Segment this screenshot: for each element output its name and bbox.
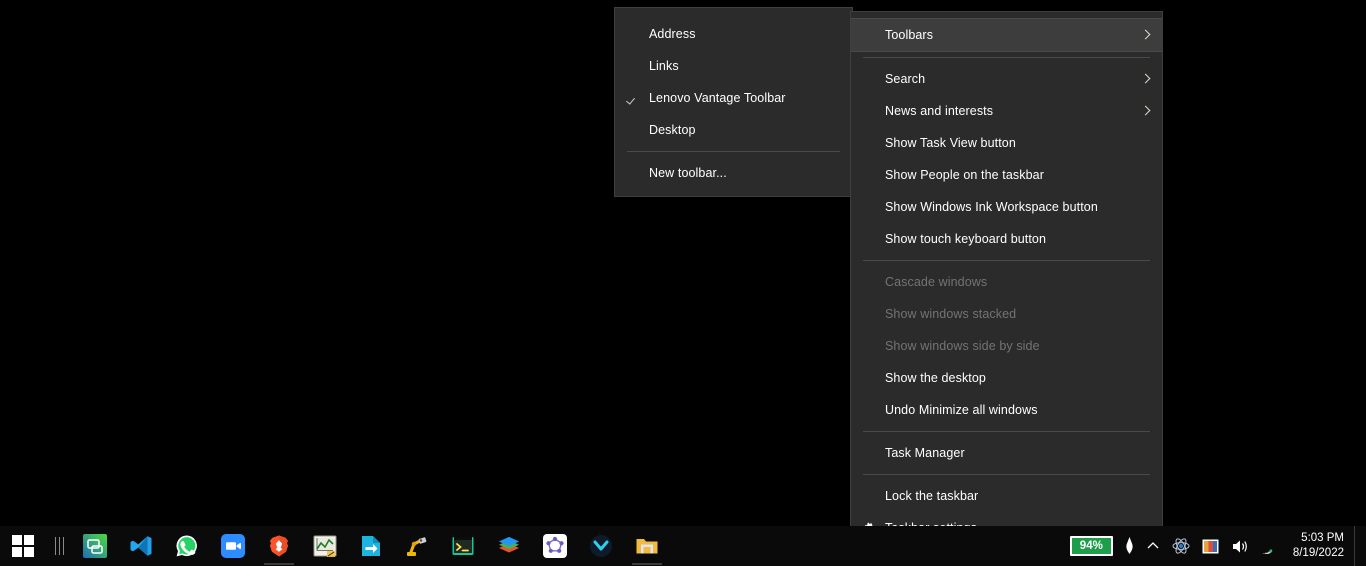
clock[interactable]: 5:03 PM 8/19/2022 — [1287, 526, 1354, 566]
taskbar-app-zoom[interactable] — [210, 526, 256, 566]
menu-separator — [863, 57, 1150, 58]
whatsapp-icon — [175, 534, 199, 558]
start-button[interactable] — [0, 526, 46, 566]
volume-icon[interactable] — [1225, 526, 1256, 566]
display-icon-glyph — [1202, 539, 1219, 553]
taskbar-context-menu: Toolbars Search News and interests Show Tas… — [850, 11, 1163, 541]
battery-percent-badge: 94% — [1069, 535, 1113, 557]
system-tray: 94% 5:03 PM 8/19/2022 — [1064, 526, 1366, 566]
menu-item-label: Lock the taskbar — [885, 488, 979, 503]
battery-tray-icon[interactable]: 94% — [1064, 526, 1119, 566]
toolbar-grip-icon[interactable] — [46, 526, 72, 566]
taskbar-app-file-transfer[interactable] — [348, 526, 394, 566]
taskbar-app-lenovo-vantage-toolbar[interactable] — [72, 526, 118, 566]
show-desktop-button[interactable] — [1354, 526, 1360, 566]
file-transfer-icon — [359, 534, 383, 558]
pen-icon[interactable] — [1119, 526, 1140, 566]
menu-item-undo-minimize-all-windows[interactable]: Undo Minimize all windows — [851, 394, 1162, 426]
show-hidden-icons-button[interactable] — [1140, 526, 1166, 566]
taskbar: 94% 5:03 PM 8/19/2022 — [0, 526, 1366, 566]
menu-separator — [863, 260, 1150, 261]
menu-item-links[interactable]: Links — [615, 50, 852, 82]
menu-item-lenovo-vantage-toolbar[interactable]: Lenovo Vantage Toolbar — [615, 82, 852, 114]
speaker-icon — [1232, 540, 1247, 552]
menu-item-show-windows-stacked: Show windows stacked — [851, 298, 1162, 330]
menu-item-show-touch-keyboard-button[interactable]: Show touch keyboard button — [851, 223, 1162, 255]
taskbar-app-terminal-app[interactable] — [440, 526, 486, 566]
taskbar-app-mailbird[interactable] — [578, 526, 624, 566]
display-icon[interactable] — [1196, 526, 1225, 566]
menu-item-show-the-desktop[interactable]: Show the desktop — [851, 362, 1162, 394]
pen-icon-glyph — [1126, 537, 1133, 554]
menu-item-label: Toolbars — [885, 27, 934, 42]
lenovo-vantage-icon — [83, 534, 107, 558]
vscode-icon — [129, 534, 153, 558]
taskbar-app-geogebra[interactable] — [532, 526, 578, 566]
menu-item-label: Address — [649, 26, 696, 41]
menu-item-search[interactable]: Search — [851, 63, 1162, 95]
menu-item-label: New toolbar... — [649, 165, 727, 180]
layers-icon — [497, 534, 521, 558]
menu-separator — [863, 474, 1150, 475]
chevron-up-icon — [1147, 542, 1159, 549]
menu-item-label: Show People on the taskbar — [885, 167, 1044, 182]
menu-item-desktop[interactable]: Desktop — [615, 114, 852, 146]
menu-item-show-task-view-button[interactable]: Show Task View button — [851, 127, 1162, 159]
toolbars-submenu: Address Links Lenovo Vantage Toolbar Deskto… — [614, 7, 853, 197]
atom-icon[interactable] — [1166, 526, 1196, 566]
menu-item-toolbars[interactable]: Toolbars — [851, 18, 1162, 52]
menu-item-label: Lenovo Vantage Toolbar — [649, 90, 786, 105]
geogebra-icon — [543, 534, 567, 558]
network-icon[interactable] — [1256, 526, 1287, 566]
brave-icon — [267, 534, 291, 558]
taskbar-app-whatsapp[interactable] — [164, 526, 210, 566]
taskbar-app-brave-browser[interactable] — [256, 526, 302, 566]
clock-date: 8/19/2022 — [1292, 547, 1344, 559]
menu-item-label: Search — [885, 71, 926, 86]
menu-item-cascade-windows: Cascade windows — [851, 266, 1162, 298]
menu-item-label: Show the desktop — [885, 370, 986, 385]
menu-item-news-and-interests[interactable]: News and interests — [851, 95, 1162, 127]
menu-item-show-windows-side-by-side: Show windows side by side — [851, 330, 1162, 362]
menu-item-label: Show windows side by side — [885, 338, 1040, 353]
menu-item-show-windows-ink-workspace-button[interactable]: Show Windows Ink Workspace button — [851, 191, 1162, 223]
taskbar-app-file-explorer[interactable] — [624, 526, 670, 566]
taskbar-apps — [72, 526, 670, 566]
menu-item-new-toolbar[interactable]: New toolbar... — [615, 157, 852, 189]
windows-logo-icon — [12, 535, 34, 557]
menu-separator — [863, 431, 1150, 432]
menu-item-label: Show windows stacked — [885, 306, 1017, 321]
taskbar-app-area — [0, 526, 670, 566]
taskbar-app-robot-studio[interactable] — [394, 526, 440, 566]
menu-item-label: Task Manager — [885, 445, 965, 460]
check-icon — [627, 92, 640, 104]
menu-item-label: News and interests — [885, 103, 994, 118]
terminal-icon — [451, 534, 475, 558]
menu-item-label: Undo Minimize all windows — [885, 402, 1038, 417]
menu-separator — [627, 151, 840, 152]
mail-icon — [589, 534, 613, 558]
wifi-icon — [1262, 549, 1273, 554]
clock-time: 5:03 PM — [1301, 532, 1344, 544]
menu-item-label: Show Windows Ink Workspace button — [885, 199, 1098, 214]
menu-item-label: Links — [649, 58, 679, 73]
menu-item-task-manager[interactable]: Task Manager — [851, 437, 1162, 469]
taskbar-app-visual-studio-code[interactable] — [118, 526, 164, 566]
taskbar-app-origin-lab[interactable] — [302, 526, 348, 566]
screen: Address Links Lenovo Vantage Toolbar Deskto… — [0, 0, 1366, 566]
menu-item-label: Show Task View button — [885, 135, 1016, 150]
taskbar-app-layers-app[interactable] — [486, 526, 532, 566]
menu-item-label: Desktop — [649, 122, 696, 137]
zoom-icon — [221, 534, 245, 558]
menu-item-lock-the-taskbar[interactable]: Lock the taskbar — [851, 480, 1162, 512]
folder-icon — [635, 534, 659, 558]
atom-icon-glyph — [1172, 538, 1190, 554]
menu-item-show-people-on-the-taskbar[interactable]: Show People on the taskbar — [851, 159, 1162, 191]
menu-item-label: Cascade windows — [885, 274, 988, 289]
menu-item-address[interactable]: Address — [615, 18, 852, 50]
menu-item-label: Show touch keyboard button — [885, 231, 1047, 246]
originlab-icon — [313, 534, 337, 558]
robot-icon — [405, 534, 429, 558]
